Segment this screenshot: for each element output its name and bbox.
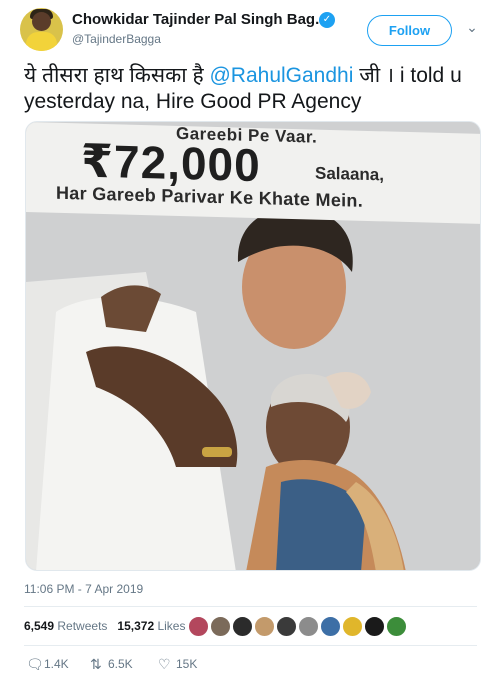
like-stat[interactable]: 15,372 Likes [117, 619, 185, 633]
retweet-count: 6,549 [24, 619, 55, 633]
like-action-count: 15K [176, 657, 198, 671]
mention-link[interactable]: @RahulGandhi [209, 64, 353, 87]
verified-badge-icon: ✓ [319, 12, 335, 28]
retweet-icon: ⇅ [90, 656, 102, 672]
author-handle[interactable]: @TajinderBagga [72, 32, 161, 46]
reply-icon: 🗨 [26, 656, 44, 672]
tweet-photo[interactable]: Gareebi Pe Vaar. ₹72,000 Salaana, Har Ga… [25, 121, 481, 571]
engager-avatar[interactable] [232, 616, 253, 637]
engagement-stats: 6,549 Retweets 15,372 Likes [24, 619, 185, 633]
retweet-label: Retweets [57, 619, 108, 633]
author-avatar[interactable] [20, 8, 63, 51]
billboard-amount-suffix: Salaana, [315, 163, 384, 185]
retweet-stat[interactable]: 6,549 Retweets [24, 619, 107, 633]
billboard-line3: Har Gareeb Parivar Ke Khate Mein. [56, 182, 364, 211]
reply-button[interactable]: 🗨1.4K [26, 656, 69, 673]
divider [24, 606, 477, 607]
avatar-shirt [26, 32, 57, 51]
engager-avatar[interactable] [342, 616, 363, 637]
retweet-action-count: 6.5K [108, 657, 133, 671]
engager-avatar[interactable] [188, 616, 209, 637]
billboard-banner: Gareebi Pe Vaar. ₹72,000 Salaana, Har Ga… [26, 122, 480, 224]
tweet-timestamp[interactable]: 11:06 PM - 7 Apr 2019 [24, 582, 143, 596]
engager-avatar[interactable] [386, 616, 407, 637]
retweet-button[interactable]: ⇅ 6.5K [90, 656, 133, 673]
chevron-down-icon[interactable]: ⌄ [463, 19, 481, 37]
avatar-face [32, 12, 51, 31]
like-label: Likes [157, 619, 186, 633]
divider [24, 645, 477, 646]
tweet-text: ये तीसरा हाथ किसका है @RahulGandhi जी । … [24, 63, 484, 115]
like-count: 15,372 [117, 619, 155, 633]
engager-avatar[interactable] [210, 616, 231, 637]
engager-avatar[interactable] [298, 616, 319, 637]
like-button[interactable]: ♡ 15K [158, 656, 197, 673]
engager-avatar[interactable] [320, 616, 341, 637]
follow-button[interactable]: Follow [367, 15, 452, 46]
tweet-text-hindi: ये तीसरा हाथ किसका है [24, 64, 210, 87]
tweet-header: Chowkidar Tajinder Pal Singh Bag... ✓ @T… [0, 0, 500, 58]
reply-count: 1.4K [44, 657, 69, 671]
engager-avatar[interactable] [276, 616, 297, 637]
heart-icon: ♡ [158, 656, 171, 672]
engager-avatar[interactable] [254, 616, 275, 637]
author-name[interactable]: Chowkidar Tajinder Pal Singh Bag... [72, 11, 328, 28]
engager-avatar[interactable] [364, 616, 385, 637]
